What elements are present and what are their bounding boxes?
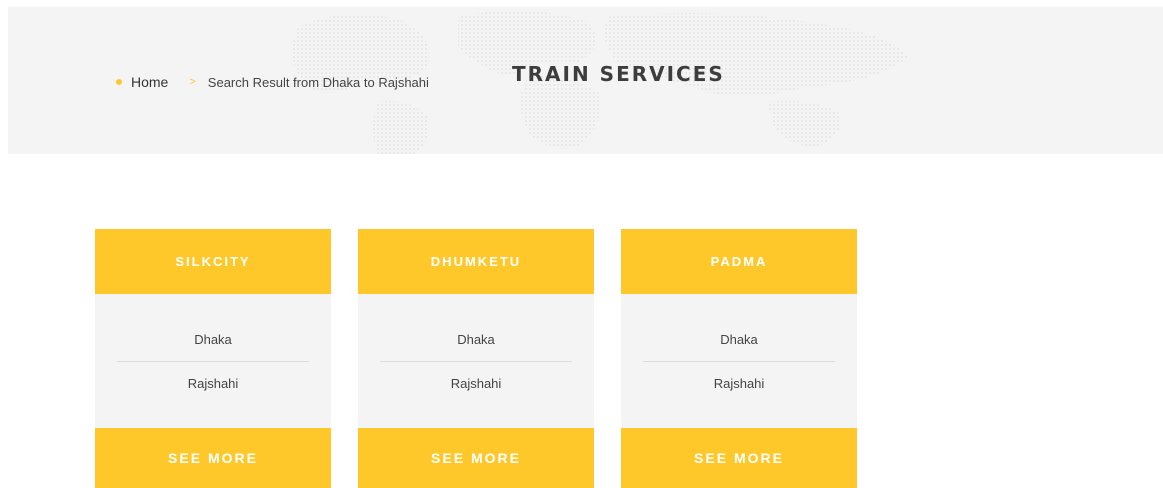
breadcrumb-home-link[interactable]: Home (131, 74, 168, 90)
train-name: DHUMKETU (358, 229, 594, 294)
see-more-button[interactable]: SEE MORE (621, 428, 857, 488)
route-to: Rajshahi (187, 376, 239, 391)
route-from: Dhaka (457, 332, 495, 347)
breadcrumb-bullet-icon (116, 79, 122, 85)
train-name: SILKCITY (95, 229, 331, 294)
breadcrumb-current: Search Result from Dhaka to Rajshahi (207, 74, 429, 90)
page-header: Home > Search Result from Dhaka to Rajsh… (8, 7, 1163, 154)
page-title: TRAIN SERVICES (512, 62, 725, 86)
train-card: SILKCITY Dhaka Rajshahi SEE MORE (95, 229, 331, 488)
breadcrumb: Home > Search Result from Dhaka to Rajsh… (116, 74, 429, 90)
breadcrumb-separator-icon: > (189, 76, 196, 88)
route-divider (117, 361, 309, 362)
see-more-button[interactable]: SEE MORE (358, 428, 594, 488)
train-card: PADMA Dhaka Rajshahi SEE MORE (621, 229, 857, 488)
train-route: Dhaka Rajshahi (95, 294, 331, 428)
train-route: Dhaka Rajshahi (621, 294, 857, 428)
see-more-button[interactable]: SEE MORE (95, 428, 331, 488)
train-route: Dhaka Rajshahi (358, 294, 594, 428)
train-name: PADMA (621, 229, 857, 294)
route-to: Rajshahi (450, 376, 502, 391)
route-divider (380, 361, 572, 362)
page: Home > Search Result from Dhaka to Rajsh… (0, 0, 1163, 488)
route-divider (643, 361, 835, 362)
train-card: DHUMKETU Dhaka Rajshahi SEE MORE (358, 229, 594, 488)
route-from: Dhaka (720, 332, 758, 347)
route-from: Dhaka (194, 332, 232, 347)
route-to: Rajshahi (713, 376, 765, 391)
